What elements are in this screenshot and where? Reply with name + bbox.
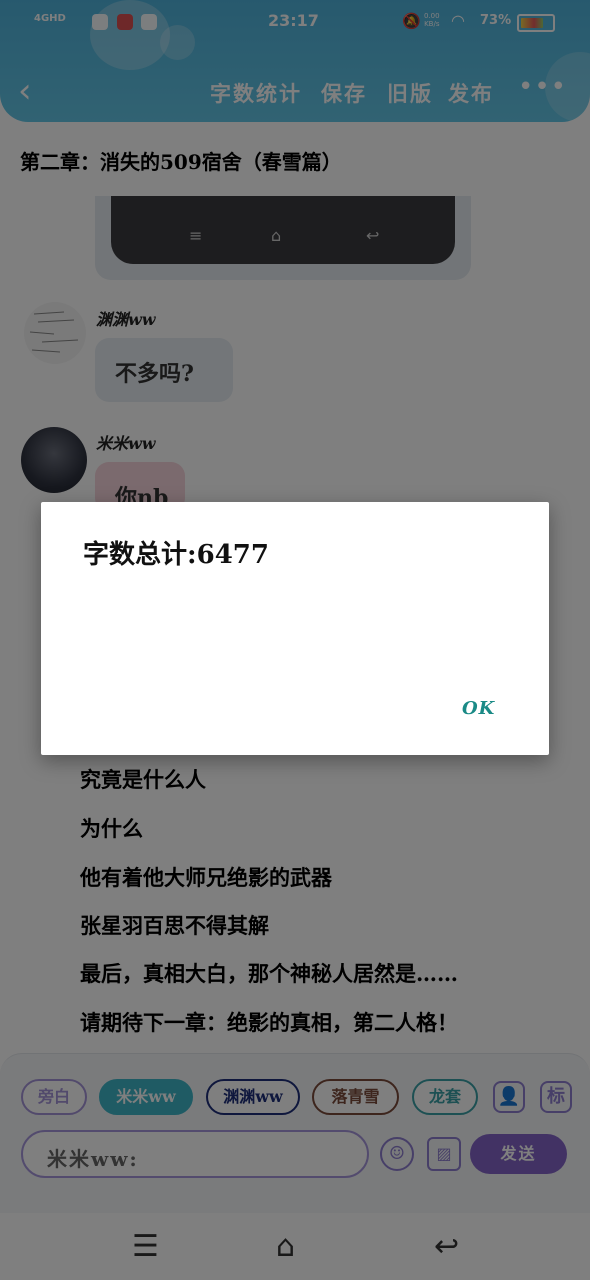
ok-button[interactable]: OK <box>462 698 495 719</box>
dialog-title: 字数总计:6477 <box>83 540 269 570</box>
word-count-dialog: 字数总计:6477 OK <box>41 502 549 755</box>
